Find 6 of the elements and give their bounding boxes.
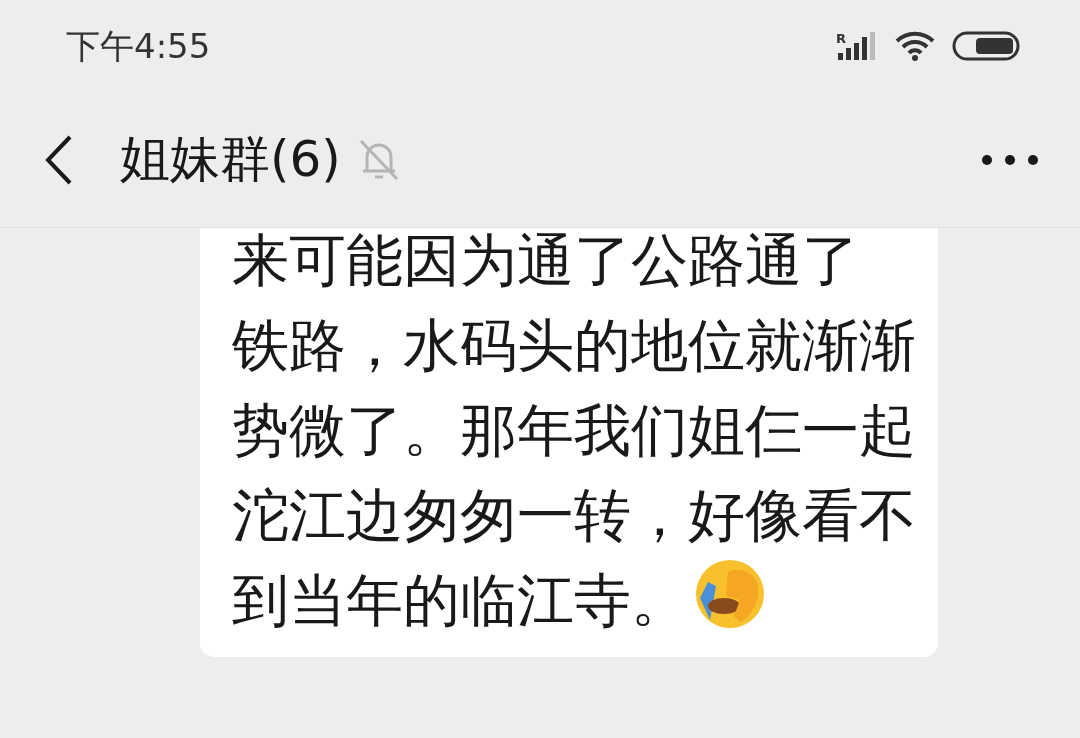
battery-icon xyxy=(952,31,1020,61)
wifi-icon xyxy=(894,31,936,61)
chat-title: 姐妹群(6) xyxy=(120,129,341,190)
more-icon[interactable] xyxy=(980,152,1040,167)
status-time: 下午4:55 xyxy=(66,24,211,68)
message-text: 来可能因为通了公路通了 铁路，水码头的地位就渐渐 势微了。那年我们姐仨一起 沱江边匆匆一转，好像看不 到当年的临江寺。 xyxy=(232,228,917,635)
